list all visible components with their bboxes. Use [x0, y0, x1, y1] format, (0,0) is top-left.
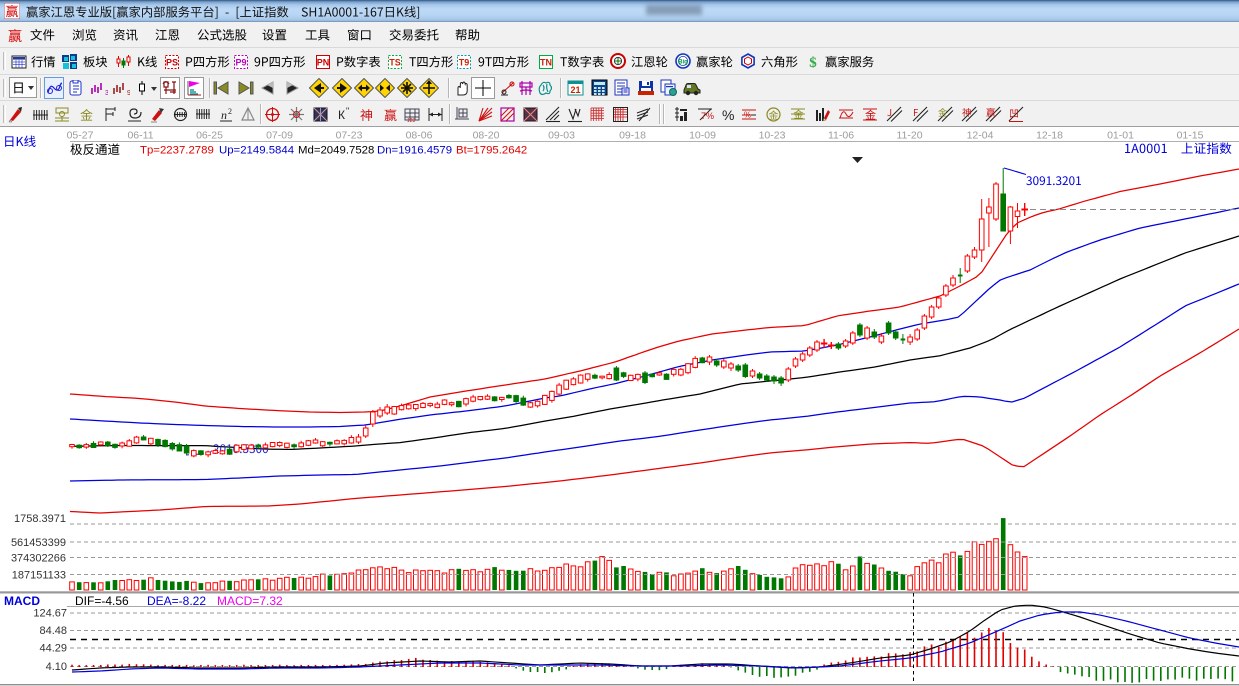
svg-text:Bt=1795.2642: Bt=1795.2642 — [456, 145, 527, 157]
svg-text:374302266: 374302266 — [11, 553, 66, 565]
svg-text:06-11: 06-11 — [127, 130, 153, 142]
svg-text:06-25: 06-25 — [196, 130, 223, 142]
svg-text:": " — [346, 106, 349, 116]
svg-text:07-09: 07-09 — [266, 130, 293, 142]
svg-text:7%: 7% — [701, 111, 714, 121]
svg-text:MACD=7.32: MACD=7.32 — [217, 594, 283, 608]
svg-text:124.67: 124.67 — [33, 608, 67, 620]
svg-text:10-09: 10-09 — [689, 130, 716, 142]
svg-text:1758.3971: 1758.3971 — [14, 513, 66, 525]
svg-text:44.29: 44.29 — [39, 643, 67, 655]
svg-text:07-23: 07-23 — [336, 130, 363, 142]
svg-text:$: $ — [809, 55, 817, 70]
svg-text:Tp=2237.2789: Tp=2237.2789 — [140, 145, 214, 157]
svg-text:05-27: 05-27 — [67, 130, 94, 142]
svg-text:12-18: 12-18 — [1036, 130, 1063, 142]
svg-text:10-23: 10-23 — [759, 130, 786, 142]
svg-text:DEA=-8.22: DEA=-8.22 — [147, 594, 206, 608]
svg-text:К: К — [338, 108, 345, 122]
svg-text:Big: Big — [678, 60, 688, 66]
svg-text:n: n — [221, 108, 227, 122]
svg-text:01-15: 01-15 — [1177, 130, 1204, 142]
svg-text:3: 3 — [105, 90, 108, 96]
svg-text:09-03: 09-03 — [548, 130, 575, 142]
svg-text:01-01: 01-01 — [1107, 130, 1134, 142]
svg-text:Md=2049.7528: Md=2049.7528 — [298, 145, 374, 157]
svg-text:84.48: 84.48 — [39, 625, 67, 637]
svg-text:08-06: 08-06 — [406, 130, 433, 142]
svg-text:PS: PS — [166, 58, 178, 68]
svg-text:9: 9 — [127, 90, 130, 96]
svg-text:187151133: 187151133 — [12, 570, 66, 582]
svg-text:%: % — [722, 107, 734, 123]
svg-text:12-04: 12-04 — [967, 130, 994, 142]
svg-text:TS: TS — [389, 58, 401, 68]
svg-text:2: 2 — [228, 107, 232, 116]
svg-text:4.10: 4.10 — [46, 661, 67, 673]
svg-text:T9: T9 — [459, 58, 470, 68]
svg-text:Up=2149.5844: Up=2149.5844 — [219, 145, 294, 157]
svg-text:123: 123 — [407, 118, 416, 123]
svg-text:Dn=1916.4579: Dn=1916.4579 — [377, 145, 452, 157]
svg-text:P9: P9 — [235, 58, 246, 68]
svg-text:561453399: 561453399 — [11, 537, 66, 549]
svg-text:11-20: 11-20 — [896, 130, 922, 142]
svg-text:08-20: 08-20 — [473, 130, 500, 142]
svg-text:MACD: MACD — [4, 594, 40, 608]
svg-text:DIF=-4.56: DIF=-4.56 — [75, 594, 129, 608]
svg-text:09-18: 09-18 — [619, 130, 646, 142]
svg-text:TN: TN — [540, 58, 552, 68]
svg-text:11-06: 11-06 — [828, 130, 854, 142]
svg-text:PN: PN — [317, 58, 330, 68]
svg-text:%: % — [744, 111, 751, 120]
svg-text:21: 21 — [570, 85, 580, 95]
